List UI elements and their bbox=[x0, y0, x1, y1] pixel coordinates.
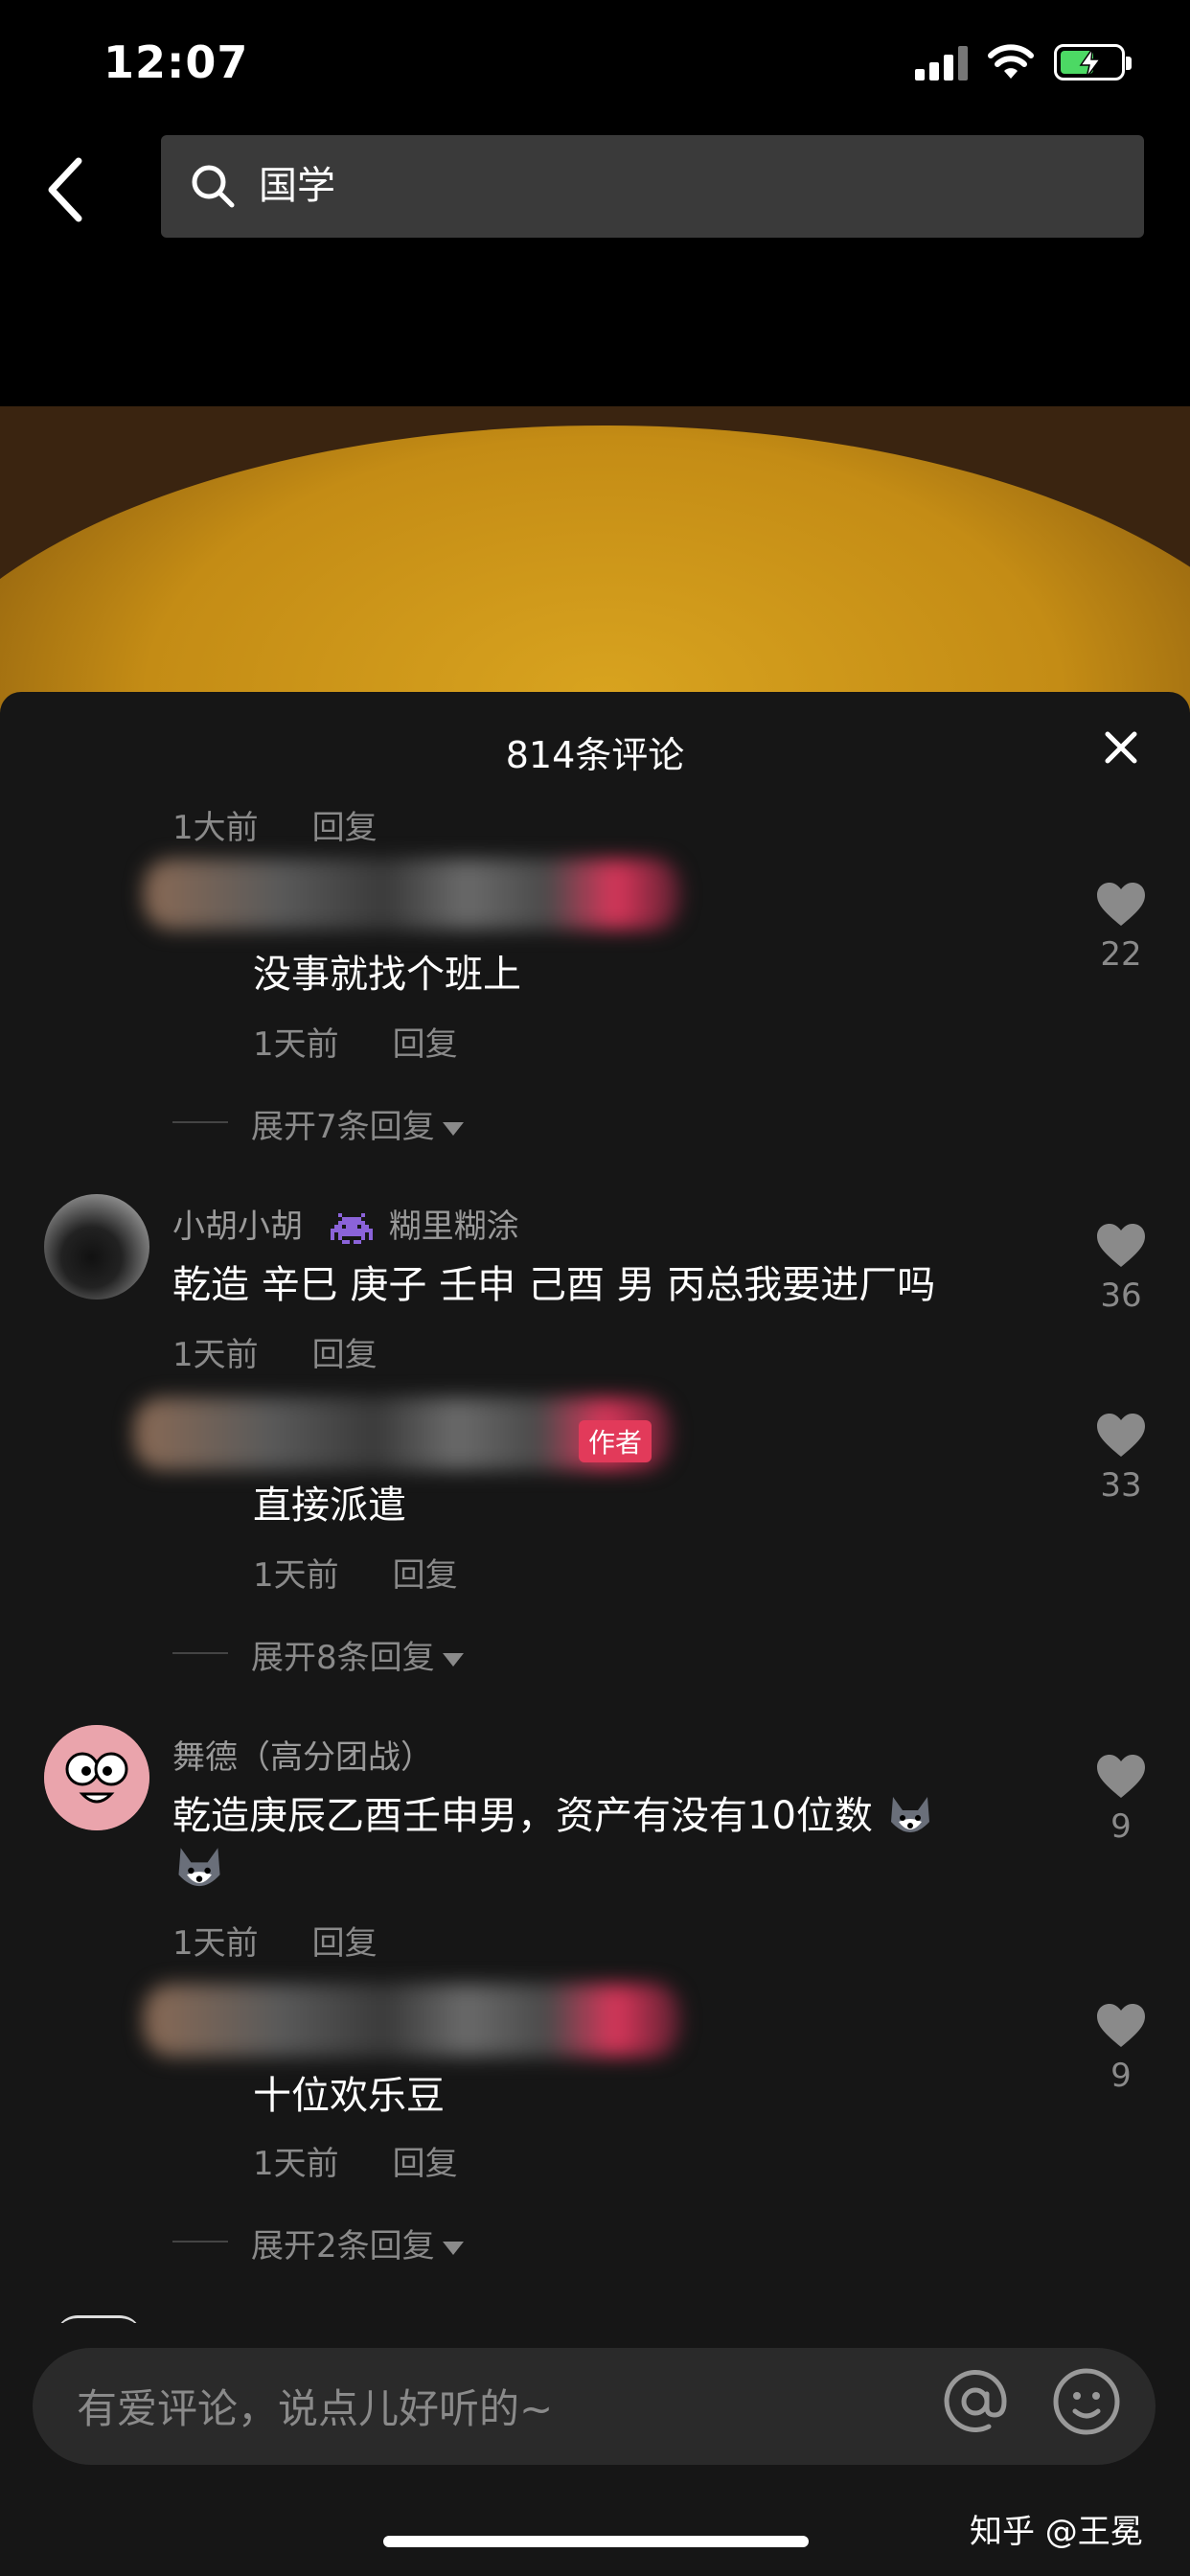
expand-replies[interactable]: 展开8条回复 bbox=[251, 1631, 464, 1678]
comment-input-placeholder[interactable]: 有爱评论，说点儿好听的~ bbox=[77, 2377, 553, 2435]
like-button[interactable]: 33 bbox=[1083, 1413, 1159, 1505]
reply-button[interactable]: 回复 bbox=[393, 1025, 458, 1064]
close-icon[interactable] bbox=[1102, 728, 1140, 767]
blurred-reply-author bbox=[144, 859, 680, 930]
comment-meta: 1大前 回复 bbox=[172, 801, 378, 848]
author-badge: 作者 bbox=[579, 1420, 652, 1462]
comment-time: 1天前 bbox=[172, 1336, 259, 1374]
at-mention-icon[interactable] bbox=[939, 2365, 1012, 2438]
expand-replies[interactable]: 展开2条回复 bbox=[251, 2220, 464, 2266]
reply-time: 1天前 bbox=[253, 1556, 339, 1595]
space-invader-icon bbox=[330, 1212, 373, 1244]
heart-icon bbox=[1097, 1414, 1145, 1457]
like-count: 36 bbox=[1100, 1276, 1142, 1315]
reply-meta: 1天前 回复 bbox=[253, 1018, 458, 1065]
expand-replies-label: 展开7条回复 bbox=[251, 1108, 435, 1146]
watermark: 知乎 @王冕 bbox=[970, 2513, 1143, 2551]
heart-icon bbox=[1097, 883, 1145, 926]
reply-meta: 1天前 回复 bbox=[253, 1549, 458, 1596]
expand-replies-label: 展开2条回复 bbox=[251, 2227, 435, 2266]
comment-meta: 1天前 回复 bbox=[172, 1917, 378, 1964]
heart-icon bbox=[1097, 2004, 1145, 2047]
reply-button[interactable]: 回复 bbox=[312, 1336, 378, 1374]
search-query[interactable]: 国学 bbox=[259, 161, 335, 211]
reply-text: 十位欢乐豆 bbox=[253, 2074, 445, 2118]
status-time: 12:07 bbox=[103, 36, 249, 88]
reply-text: 直接派遣 bbox=[253, 1484, 406, 1528]
emoji-icon[interactable] bbox=[1050, 2365, 1123, 2438]
like-count: 33 bbox=[1100, 1466, 1142, 1505]
expand-replies-label: 展开8条回复 bbox=[251, 1639, 435, 1677]
comments-count-title: 814条评论 bbox=[505, 734, 685, 776]
husky-emoji-icon bbox=[178, 1848, 220, 1887]
comment-time: 1大前 bbox=[172, 809, 259, 847]
comment-meta: 1天前 回复 bbox=[172, 1328, 378, 1375]
comment-author[interactable]: 小胡小胡 糊里糊涂 bbox=[172, 1200, 519, 1247]
husky-emoji-icon bbox=[890, 1797, 929, 1832]
search-icon bbox=[192, 165, 235, 208]
like-button[interactable]: 9 bbox=[1083, 1754, 1159, 1846]
chevron-down-icon bbox=[442, 1652, 464, 1667]
reply-button[interactable]: 回复 bbox=[312, 1924, 378, 1963]
reply-button[interactable]: 回复 bbox=[393, 2145, 458, 2183]
divider bbox=[172, 1121, 228, 1123]
comment-tag: 糊里糊涂 bbox=[388, 1208, 519, 1246]
reply-meta: 1天前 回复 bbox=[253, 2137, 458, 2184]
comment-text: 乾造庚辰乙酉壬申男，资产有没有10位数 bbox=[172, 1784, 1035, 1843]
divider bbox=[172, 2241, 228, 2242]
avatar[interactable] bbox=[44, 1194, 149, 1300]
cartoon-face-icon bbox=[44, 1725, 149, 1830]
back-arrow-icon[interactable] bbox=[38, 153, 96, 226]
like-count: 22 bbox=[1100, 935, 1142, 974]
wifi-icon bbox=[988, 44, 1034, 79]
expand-replies[interactable]: 展开7条回复 bbox=[251, 1100, 464, 1147]
like-button[interactable]: 22 bbox=[1083, 882, 1159, 974]
avatar[interactable] bbox=[44, 1725, 149, 1830]
home-indicator[interactable] bbox=[383, 2536, 809, 2547]
comment-author[interactable]: 舞德（高分团战） bbox=[172, 1731, 433, 1778]
like-count: 9 bbox=[1110, 1807, 1132, 1846]
like-button[interactable]: 9 bbox=[1083, 2003, 1159, 2095]
battery-icon bbox=[1054, 44, 1132, 80]
reply-button[interactable]: 回复 bbox=[312, 809, 378, 847]
blurred-reply-author bbox=[144, 1984, 680, 2057]
heart-icon bbox=[1097, 1755, 1145, 1798]
video-preview[interactable] bbox=[0, 406, 1190, 713]
reply-text: 没事就找个班上 bbox=[253, 953, 521, 997]
comments-panel bbox=[0, 692, 1190, 2576]
heart-icon bbox=[1097, 1224, 1145, 1267]
reply-button[interactable]: 回复 bbox=[393, 1556, 458, 1595]
chevron-down-icon bbox=[442, 2241, 464, 2255]
comment-text: 乾造 辛巳 庚子 壬申 己酉 男 丙总我要进厂吗 bbox=[172, 1263, 936, 1307]
divider bbox=[172, 1652, 228, 1654]
cellular-signal-icon bbox=[915, 46, 971, 80]
like-button[interactable]: 36 bbox=[1083, 1223, 1159, 1315]
comment-time: 1天前 bbox=[172, 1924, 259, 1963]
reply-time: 1天前 bbox=[253, 2145, 339, 2183]
like-count: 9 bbox=[1110, 2057, 1132, 2095]
chevron-down-icon bbox=[442, 1121, 464, 1136]
reply-time: 1天前 bbox=[253, 1025, 339, 1064]
